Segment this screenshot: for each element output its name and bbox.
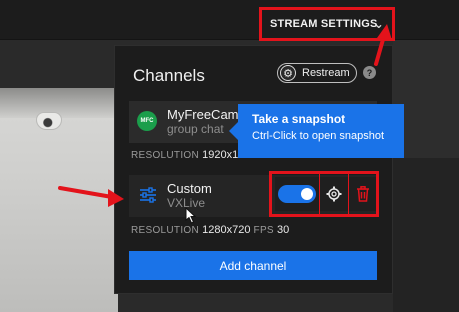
channel-name: MyFreeCams	[167, 107, 246, 122]
gear-icon: ⚙	[280, 65, 296, 81]
resolution-label: RESOLUTION	[131, 225, 200, 236]
restream-label: Restream	[302, 67, 350, 79]
stream-settings-label: STREAM SETTINGS	[270, 18, 378, 30]
annotation-arrow-left	[58, 186, 124, 207]
background-right-area	[393, 40, 459, 312]
mfc-logo-icon: MFC	[137, 111, 157, 131]
resolution-value: 1280x720	[202, 224, 251, 236]
security-camera-image	[36, 112, 62, 130]
help-icon[interactable]: ?	[363, 66, 376, 79]
add-channel-button[interactable]: Add channel	[129, 251, 377, 280]
resolution-label: RESOLUTION	[131, 150, 200, 161]
channels-panel: Channels ⚙ Restream ? MFC MyFreeCams gro…	[114, 45, 393, 294]
mouse-cursor-icon	[185, 207, 197, 224]
channel-name: Custom	[167, 181, 212, 196]
channel-enabled-toggle[interactable]	[278, 185, 316, 203]
channel-meta: RESOLUTION 1920x10	[131, 149, 244, 161]
panel-title: Channels	[133, 66, 205, 85]
channel-controls	[269, 171, 379, 217]
settings-segment	[320, 177, 348, 211]
toggle-segment	[275, 177, 319, 211]
annotation-arrow-up	[374, 24, 392, 66]
gear-icon[interactable]	[326, 186, 342, 202]
restream-button[interactable]: ⚙ Restream	[277, 63, 357, 83]
background-dark-area	[393, 158, 459, 312]
channel-subtitle: group chat	[167, 122, 224, 136]
channel-meta: RESOLUTION 1280x720 FPS 30	[131, 224, 289, 236]
sliders-icon	[140, 187, 156, 203]
trash-icon[interactable]	[356, 186, 370, 202]
tooltip-body: Ctrl-Click to open snapshot	[252, 130, 385, 142]
tooltip-title: Take a snapshot	[252, 112, 346, 126]
snapshot-tooltip: Take a snapshot Ctrl-Click to open snaps…	[229, 104, 404, 158]
delete-segment	[349, 177, 376, 211]
fps-label: FPS	[253, 225, 274, 236]
fps-value: 30	[276, 224, 290, 236]
